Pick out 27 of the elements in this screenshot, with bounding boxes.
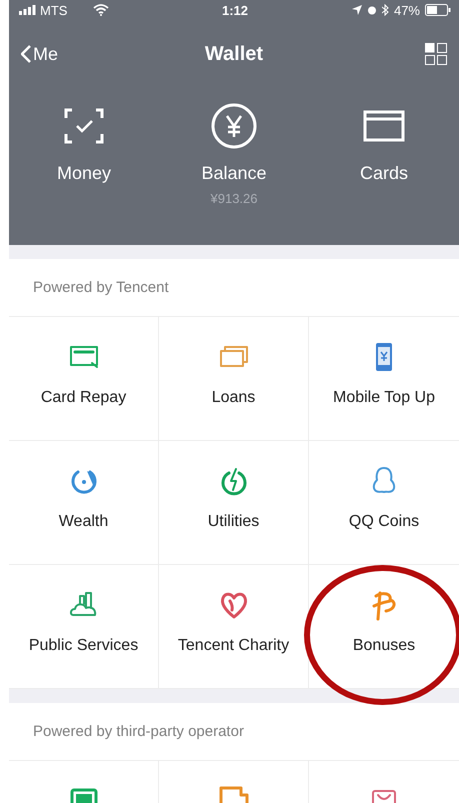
chevron-left-icon xyxy=(21,45,31,63)
grid-menu-icon[interactable] xyxy=(425,43,447,65)
clock-time: 1:12 xyxy=(222,2,248,18)
service-tile[interactable]: Wealth xyxy=(9,441,159,565)
service-tile[interactable]: Card Repay xyxy=(9,317,159,441)
card-icon xyxy=(362,108,406,144)
wallet-action[interactable]: Money xyxy=(9,102,159,206)
battery-icon xyxy=(425,4,451,16)
wallet-action[interactable]: Cards xyxy=(309,102,459,206)
signal-icon xyxy=(19,5,36,15)
service-tile[interactable]: Loans xyxy=(159,317,309,441)
page-title: Wallet xyxy=(204,42,264,66)
section-heading: Powered by third-party operator xyxy=(33,723,244,740)
bluetooth-icon xyxy=(382,4,389,16)
balance-amount: ¥913.26 xyxy=(210,191,258,206)
location-icon xyxy=(352,5,362,15)
battery-percent: 47% xyxy=(394,2,420,18)
back-button[interactable]: Me xyxy=(21,44,205,64)
service-tile[interactable]: QQ Coins xyxy=(309,441,459,565)
carrier-name: MTS xyxy=(40,2,68,18)
wifi-icon xyxy=(93,4,110,16)
scan-icon xyxy=(62,106,106,146)
section-heading: Powered by Tencent xyxy=(33,279,169,296)
wallet-action[interactable]: Balance ¥913.26 xyxy=(159,102,309,206)
yen-coin-icon xyxy=(210,102,258,150)
service-tile[interactable]: Utilities xyxy=(159,441,309,565)
service-tile[interactable]: Mobile Top Up xyxy=(309,317,459,441)
